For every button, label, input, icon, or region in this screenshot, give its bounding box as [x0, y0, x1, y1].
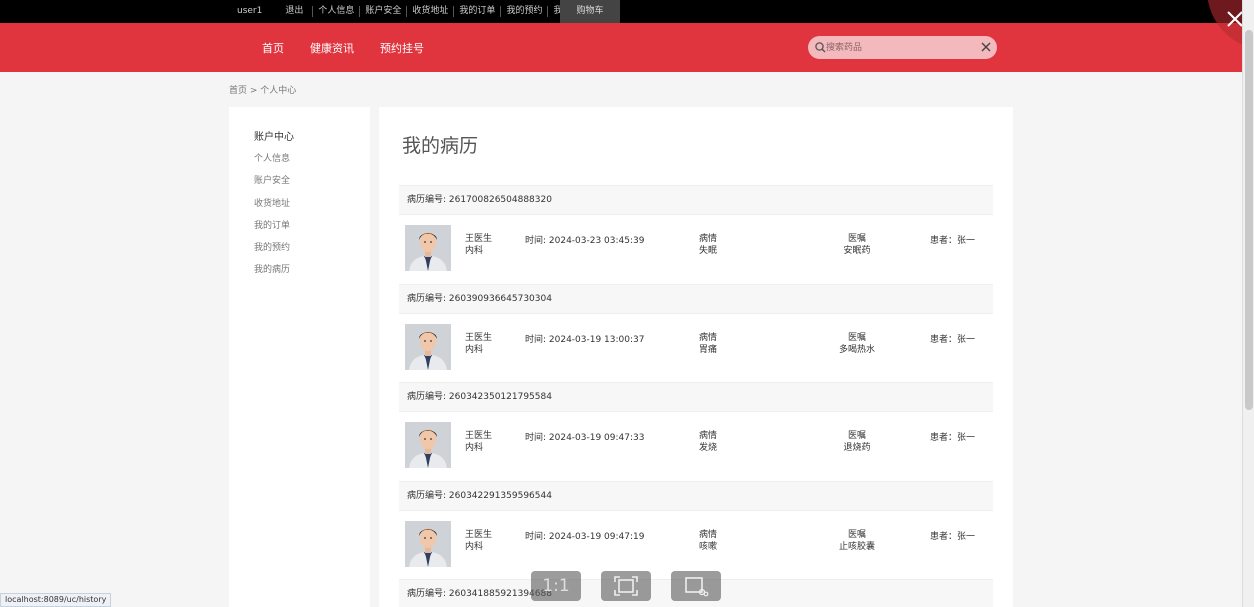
patient-name: 患者：张一: [930, 334, 976, 345]
patient-name: 患者：张一: [930, 531, 976, 542]
condition-label: 病情: [699, 234, 718, 244]
fit-screen-icon: [614, 576, 638, 596]
department: 内科: [465, 541, 484, 552]
doctor-avatar: [405, 520, 451, 567]
doctor-avatar: [405, 225, 451, 271]
nav-home[interactable]: 首页: [262, 40, 284, 56]
sidebar-item-orders[interactable]: 我的订单: [254, 218, 290, 240]
records-panel: 我的病历 病历编号: 261700826504888320 王医生 内科 时间: …: [379, 107, 1013, 607]
advice-value: 多喝热水: [838, 344, 875, 355]
advice-value: 止咳胶囊: [838, 541, 875, 552]
nav-appointment[interactable]: 预约挂号: [380, 40, 424, 56]
page-title: 我的病历: [402, 135, 479, 157]
sidebar-item-profile[interactable]: 个人信息: [254, 151, 290, 173]
record-time: 时间: 2024-03-19 13:00:37: [525, 334, 645, 345]
record-card: 病历编号: 260342291359596544 王医生 内科 时间: 2024-…: [399, 480, 993, 580]
scrollbar-thumb[interactable]: [1245, 30, 1253, 410]
top-bar: user1 退出 个人信息 账户安全 收货地址 我的订单 我的预约 我的病历 购…: [0, 0, 1242, 23]
top-link-security[interactable]: 账户安全: [360, 6, 408, 17]
advice-label: 医嘱: [847, 431, 866, 441]
top-link-profile[interactable]: 个人信息: [313, 6, 361, 17]
record-time: 时间: 2024-03-19 09:47:33: [525, 433, 645, 443]
sidebar-title: 账户中心: [254, 132, 294, 143]
condition-label: 病情: [699, 431, 718, 441]
record-id: 病历编号: 260342350121795584: [399, 382, 993, 412]
record-time: 时间: 2024-03-23 03:45:39: [525, 236, 645, 246]
condition-value: 咳嗽: [699, 541, 718, 552]
advice-label: 医嘱: [847, 529, 866, 540]
patient-name: 患者：张一: [930, 433, 976, 443]
sidebar-item-records[interactable]: 我的病历: [254, 262, 290, 284]
doctor-name: 王医生: [465, 234, 493, 244]
record-card: 病历编号: 260390936645730304 王医生 内科 时间: 2024-…: [399, 283, 993, 383]
top-link-appointments[interactable]: 我的预约: [501, 6, 549, 17]
username-link[interactable]: user1: [232, 6, 280, 17]
actual-size-button[interactable]: 1:1: [531, 571, 581, 601]
record-card: 病历编号: 260342350121795584 王医生内科 时间: 2024-…: [399, 382, 993, 481]
record-time: 时间: 2024-03-19 09:47:19: [525, 531, 645, 542]
clear-icon[interactable]: [980, 41, 992, 53]
search-input[interactable]: [826, 39, 976, 56]
doctor-name: 王医生: [465, 332, 493, 343]
record-id: 病历编号: 260390936645730304: [399, 283, 993, 314]
top-link-orders[interactable]: 我的订单: [454, 6, 502, 17]
patient-name: 患者：张一: [930, 236, 976, 246]
condition-label: 病情: [699, 332, 718, 343]
record-id: 病历编号: 260342291359596544: [399, 480, 993, 511]
advice-value: 退烧药: [843, 443, 871, 453]
department: 内科: [465, 443, 484, 453]
department: 内科: [465, 246, 484, 256]
cart-button[interactable]: 购物车: [560, 0, 620, 23]
status-url: localhost:8089/uc/history: [0, 593, 112, 607]
crop-button[interactable]: [671, 571, 721, 601]
actual-size-label: 1:1: [542, 576, 570, 596]
sidebar-item-address[interactable]: 收货地址: [254, 196, 290, 218]
condition-label: 病情: [699, 529, 718, 540]
crop-icon: [685, 577, 709, 597]
top-link-address[interactable]: 收货地址: [407, 6, 455, 17]
advice-value: 安眠药: [843, 246, 871, 256]
account-sidebar: 账户中心 个人信息 账户安全 收货地址 我的订单 我的预约 我的病历: [229, 107, 370, 607]
doctor-name: 王医生: [465, 431, 493, 441]
doctor-name: 王医生: [465, 529, 493, 540]
top-links: user1 退出 个人信息 账户安全 收货地址 我的订单 我的预约 我的病历: [232, 0, 594, 23]
search-box: [808, 36, 997, 59]
fit-screen-button[interactable]: [601, 571, 651, 601]
doctor-avatar: [405, 323, 451, 370]
condition-value: 胃痛: [699, 344, 718, 355]
main-nav: 首页 健康资讯 预约挂号: [0, 23, 1242, 72]
condition-value: 失眠: [699, 246, 718, 256]
breadcrumb: 首页 > 个人中心: [229, 86, 297, 96]
advice-label: 医嘱: [847, 234, 866, 244]
record-card: 病历编号: 261700826504888320 王医生内科 时间: 2024-…: [399, 185, 993, 284]
doctor-avatar: [405, 422, 451, 468]
page-scrollbar[interactable]: [1242, 0, 1254, 607]
record-id: 病历编号: 261700826504888320: [399, 185, 993, 215]
nav-health-news[interactable]: 健康资讯: [310, 40, 354, 56]
sidebar-item-appointments[interactable]: 我的预约: [254, 240, 290, 262]
advice-label: 医嘱: [847, 332, 866, 343]
department: 内科: [465, 344, 484, 355]
condition-value: 发烧: [699, 443, 718, 453]
sidebar-item-security[interactable]: 账户安全: [254, 173, 290, 195]
logout-link[interactable]: 退出: [280, 6, 314, 17]
